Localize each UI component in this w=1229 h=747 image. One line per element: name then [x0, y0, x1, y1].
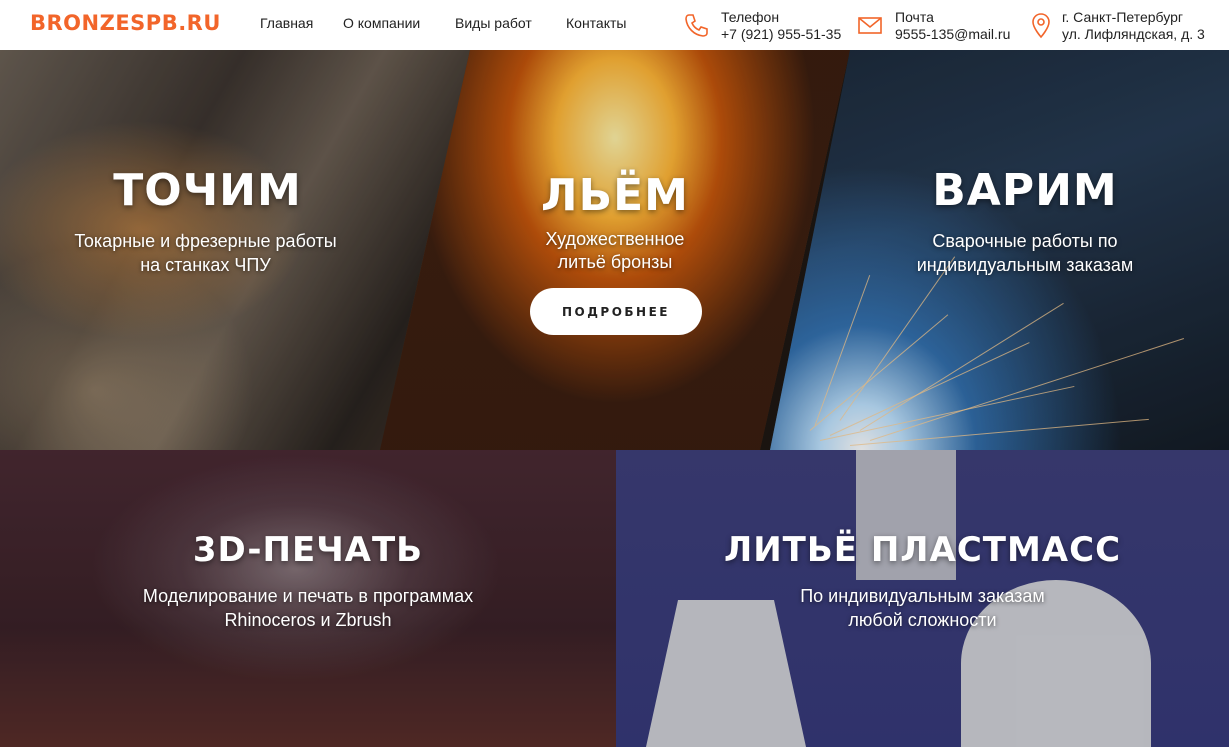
site-header: BRONZESPB.RU Главная О компании Виды раб… [0, 0, 1229, 50]
phone-number[interactable]: +7 (921) 955-51-35 [721, 26, 841, 42]
more-details-button[interactable]: ПОДРОБНЕЕ [530, 288, 702, 335]
tile-3d-printing-title: 3D-ПЕЧАТЬ [192, 530, 424, 570]
tile-3d-printing[interactable]: 3D-ПЕЧАТЬ Моделирование и печать в прогр… [0, 450, 616, 747]
tile-welding-title: ВАРИМ [932, 165, 1118, 216]
address-street: ул. Лифляндская, д. 3 [1062, 26, 1205, 42]
tile-casting-subtitle-line1: Художественное [545, 229, 685, 249]
email-label: Почта [895, 9, 934, 25]
phone-label: Телефон [721, 9, 780, 25]
tile-welding-subtitle-line2: индивидуальным заказам [916, 255, 1134, 275]
tile-plastic-casting-subtitle-line1: По индивидуальным заказам [800, 586, 1045, 606]
tile-turning-subtitle-line1: Токарные и фрезерные работы [74, 231, 337, 251]
phone-icon [685, 14, 708, 37]
email-address[interactable]: 9555-135@mail.ru [895, 26, 1010, 42]
nav-contacts[interactable]: Контакты [566, 15, 626, 31]
tile-casting-subtitle-line2: литьё бронзы [557, 252, 673, 272]
location-pin-icon [1032, 13, 1050, 39]
nav-home[interactable]: Главная [260, 15, 313, 31]
nav-services[interactable]: Виды работ [455, 15, 532, 31]
tile-welding-subtitle-line1: Сварочные работы по [932, 231, 1118, 251]
tile-turning-title: ТОЧИМ [113, 165, 302, 216]
site-logo[interactable]: BRONZESPB.RU [30, 11, 221, 35]
tile-casting-title: ЛЬЁМ [541, 170, 689, 221]
tile-welding[interactable]: ВАРИМ Сварочные работы по индивидуальным… [770, 50, 1229, 450]
mail-icon [858, 17, 882, 34]
tile-3d-printing-subtitle-line2: Rhinoceros и Zbrush [224, 610, 392, 630]
address-city: г. Санкт-Петербург [1062, 9, 1183, 25]
nav-about[interactable]: О компании [343, 15, 420, 31]
tile-plastic-casting[interactable]: ЛИТЬЁ ПЛАСТМАСС По индивидуальным заказа… [616, 450, 1229, 747]
tile-3d-printing-subtitle-line1: Моделирование и печать в программах [142, 586, 474, 606]
tile-plastic-casting-subtitle-line2: любой сложности [848, 610, 997, 630]
tile-plastic-casting-title: ЛИТЬЁ ПЛАСТМАСС [723, 530, 1122, 570]
tile-turning-subtitle-line2: на станках ЧПУ [140, 255, 271, 275]
